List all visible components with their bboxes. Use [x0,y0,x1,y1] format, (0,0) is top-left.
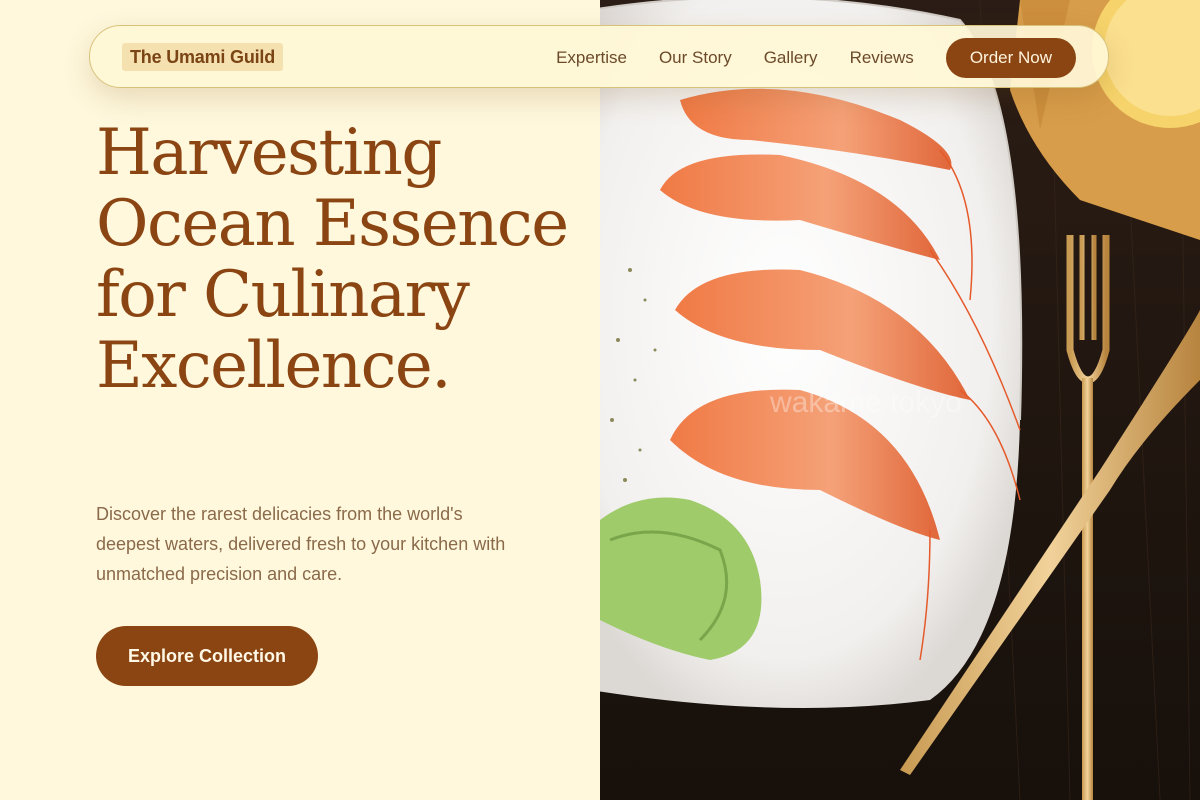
hero-headline: Harvesting Ocean Essence for Culinary Ex… [96,116,569,403]
watermark-text: wakame tokyo [769,386,962,419]
nav-links: Expertise Our Story Gallery Reviews Orde… [556,38,1076,78]
order-now-button[interactable]: Order Now [945,38,1076,78]
nav-link-gallery[interactable]: Gallery [764,39,818,77]
nav-link-expertise[interactable]: Expertise [556,39,627,77]
nav-link-reviews[interactable]: Reviews [850,39,914,77]
explore-collection-button[interactable]: Explore Collection [96,626,318,686]
hero-image: wakame tokyo [600,0,1200,800]
brand-logo[interactable]: The Umami Guild [122,43,284,71]
top-navbar: The Umami Guild Expertise Our Story Gall… [89,25,1109,88]
nav-link-our-story[interactable]: Our Story [659,39,732,77]
hero-subtext: Discover the rarest delicacies from the … [96,504,506,584]
